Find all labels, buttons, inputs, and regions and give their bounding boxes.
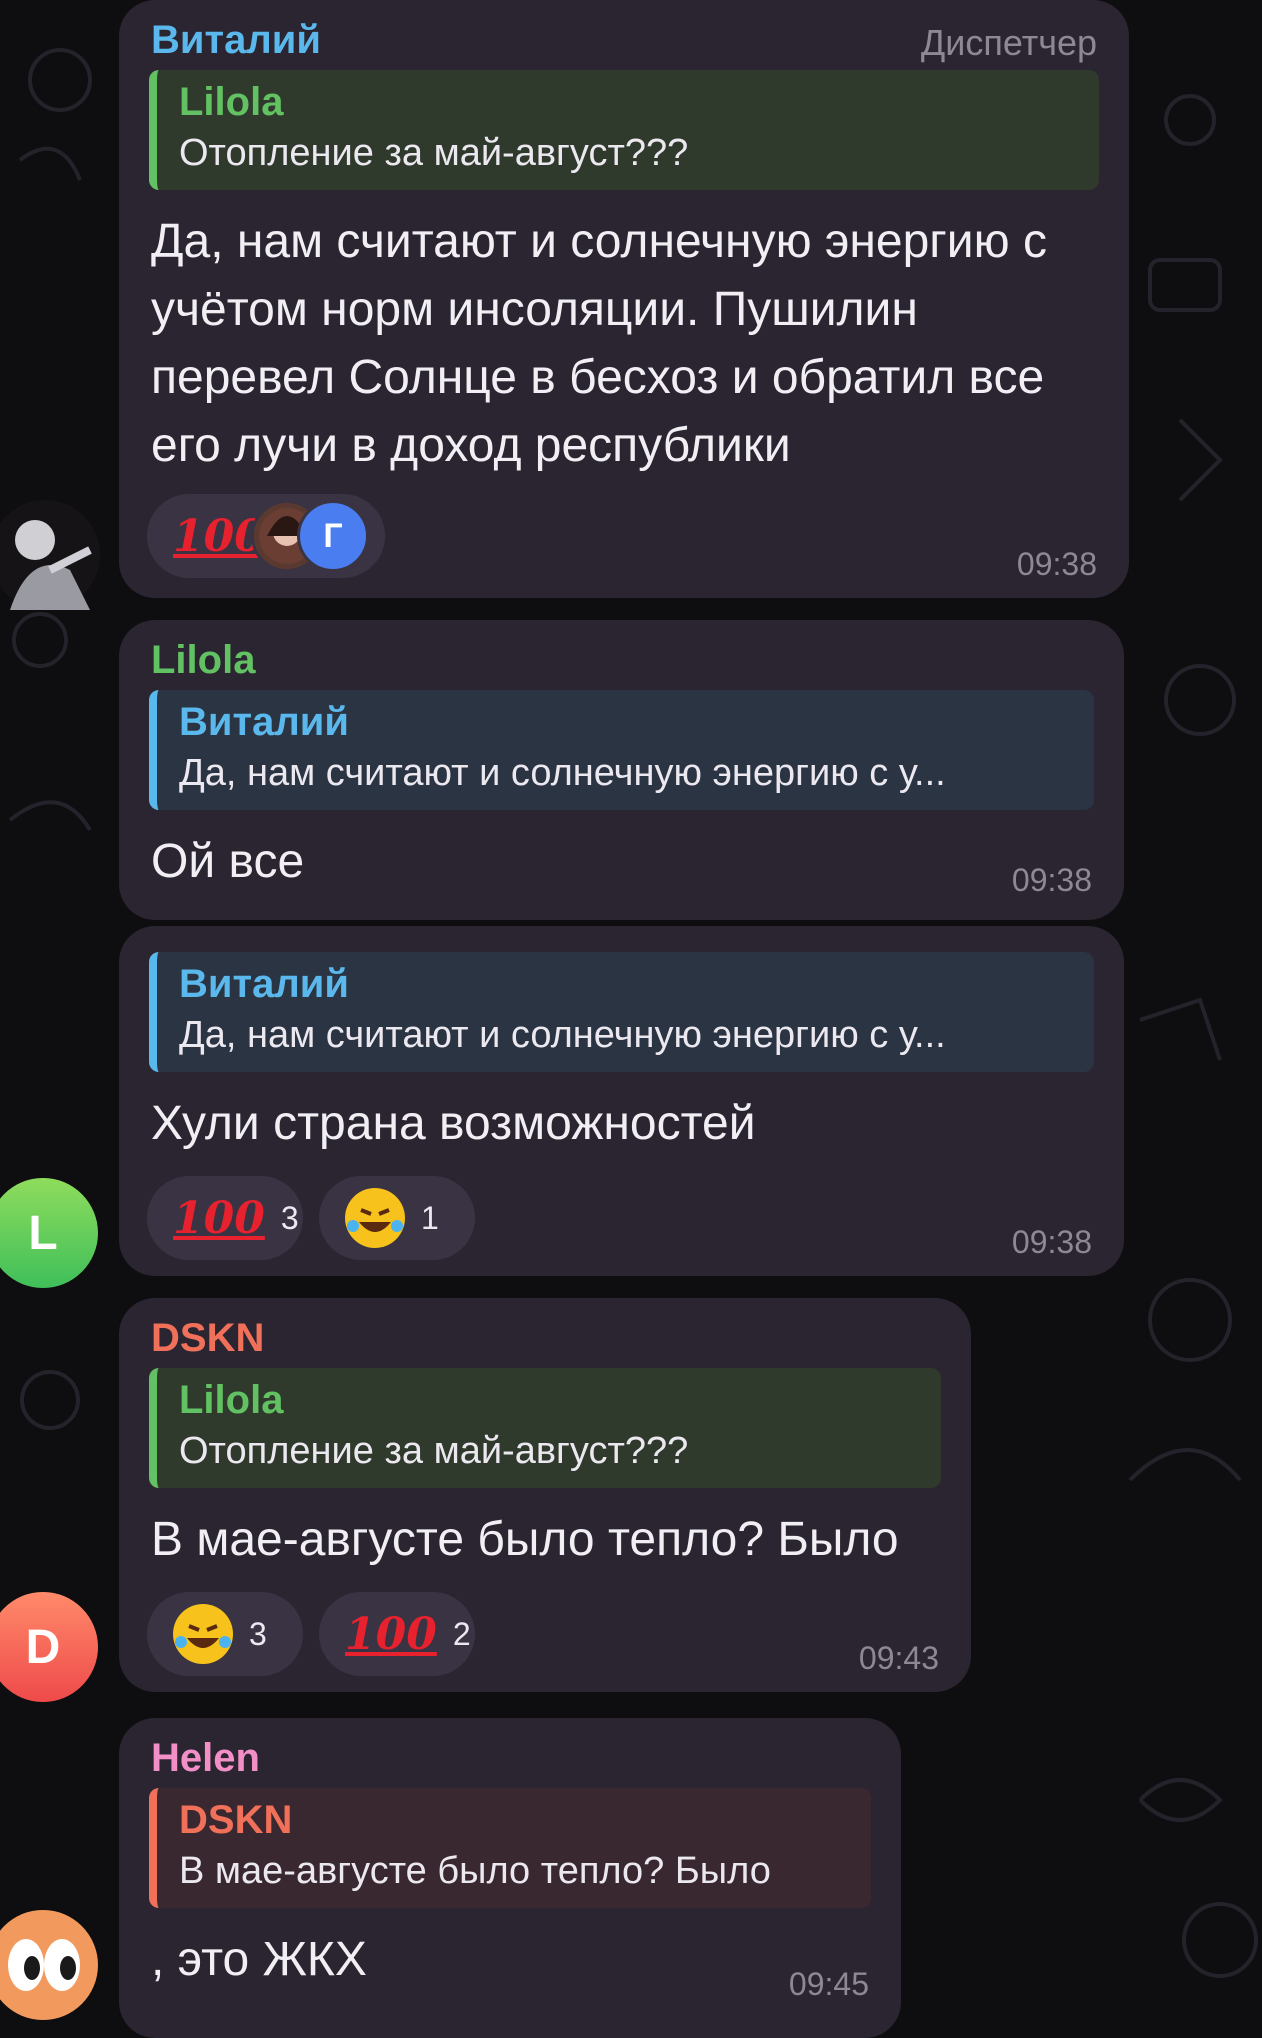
- sender-name[interactable]: Lilola: [151, 638, 255, 683]
- message-text: Хули страна возможностей: [151, 1097, 756, 1150]
- sender-avatar[interactable]: [0, 1910, 98, 2020]
- reaction-chip[interactable]: 100 2: [319, 1592, 475, 1676]
- 100-icon: 100: [345, 1608, 437, 1660]
- reply-quote-name: DSKN: [179, 1798, 293, 1842]
- message-bubble[interactable]: DSKN Lilola Отопление за май-август??? В…: [119, 1298, 971, 1692]
- reactor-avatar-initial: Г: [297, 500, 369, 572]
- reply-quote-text: Отопление за май-август???: [179, 1430, 689, 1472]
- reaction-count: 2: [452, 1615, 471, 1652]
- reply-quote-name: Виталий: [179, 962, 349, 1006]
- message-time: 09:38: [1016, 546, 1097, 582]
- reaction-count: 3: [280, 1199, 299, 1236]
- reply-quote-text: Да, нам считают и солнечную энергию с у.…: [179, 1014, 946, 1056]
- reply-quote[interactable]: Lilola Отопление за май-август???: [149, 1368, 941, 1488]
- sender-name[interactable]: Виталий: [151, 18, 321, 63]
- reply-quote[interactable]: Виталий Да, нам считают и солнечную энер…: [149, 952, 1094, 1072]
- reply-quote[interactable]: DSKN В мае-августе было тепло? Было: [149, 1788, 871, 1908]
- message-text: В мае-августе было тепло? Было: [151, 1513, 899, 1566]
- reply-quote-text: В мае-августе было тепло? Было: [179, 1850, 771, 1892]
- reply-quote-text: Отопление за май-август???: [179, 132, 689, 174]
- message-bubble[interactable]: Виталий Да, нам считают и солнечную энер…: [119, 926, 1124, 1276]
- reaction-count: 3: [249, 1615, 267, 1652]
- reply-quote-name: Виталий: [179, 700, 349, 744]
- sender-name[interactable]: DSKN: [151, 1316, 264, 1361]
- rofl-emoji-icon: [345, 1188, 405, 1248]
- eyes-emoji-icon: [8, 1939, 80, 1991]
- 100-icon: 100: [173, 1192, 265, 1244]
- message-text: Да, нам считают и солнечную энергию с уч…: [151, 215, 1047, 472]
- message-bubble[interactable]: Helen DSKN В мае-августе было тепло? Был…: [119, 1718, 901, 2038]
- reaction-chip[interactable]: 100 3: [147, 1176, 303, 1260]
- reaction-chip[interactable]: 100 Г: [147, 494, 385, 578]
- reply-quote-text: Да, нам считают и солнечную энергию с у.…: [179, 752, 946, 794]
- message-bubble[interactable]: Lilola Виталий Да, нам считают и солнечн…: [119, 620, 1124, 920]
- reply-quote[interactable]: Виталий Да, нам считают и солнечную энер…: [149, 690, 1094, 810]
- reply-quote-name: Lilola: [179, 1378, 284, 1422]
- message-time: 09:43: [858, 1640, 939, 1676]
- reply-quote-name: Lilola: [179, 80, 284, 124]
- message-time: 09:45: [788, 1966, 869, 2002]
- reaction-chip[interactable]: 1: [319, 1176, 475, 1260]
- message-time: 09:38: [1011, 862, 1092, 898]
- sender-name[interactable]: Helen: [151, 1736, 260, 1781]
- message-text: Ой все: [151, 835, 305, 888]
- reply-quote[interactable]: Lilola Отопление за май-август???: [149, 70, 1099, 190]
- sender-avatar[interactable]: [0, 500, 100, 610]
- reaction-chip[interactable]: 3: [147, 1592, 303, 1676]
- message-bubble[interactable]: Виталий Диспетчер Lilola Отопление за ма…: [119, 0, 1129, 598]
- sender-role-badge: Диспетчер: [920, 22, 1097, 63]
- message-time: 09:38: [1011, 1224, 1092, 1260]
- message-text: , это ЖКХ: [151, 1933, 367, 1986]
- reaction-count: 1: [421, 1199, 439, 1236]
- rofl-emoji-icon: [173, 1604, 233, 1664]
